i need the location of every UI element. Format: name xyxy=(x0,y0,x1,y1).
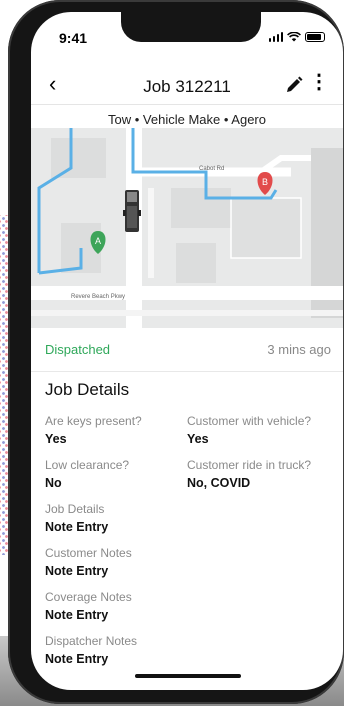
map-pin-a-label: A xyxy=(95,236,101,246)
nav-bar: ‹ Job 312211 ⋮ xyxy=(31,64,343,108)
detail-label: Customer ride in truck? xyxy=(187,458,312,472)
detail-customer-ride: Customer ride in truck? No, COVID xyxy=(187,458,329,490)
app-screen: 9:41 ‹ Job 312211 ⋮ Tow • Vehicle Make •… xyxy=(31,12,343,690)
home-indicator[interactable] xyxy=(135,674,241,678)
note-job-details: Job Details Note Entry xyxy=(45,502,329,534)
note-value: Note Entry xyxy=(45,520,109,534)
street-label-cabot: Cabot Rd xyxy=(199,166,224,172)
note-dispatcher-notes: Dispatcher Notes Note Entry xyxy=(45,634,329,666)
detail-label: Low clearance? xyxy=(45,458,130,472)
job-details-section: Job Details Are keys present? Yes Custom… xyxy=(45,380,329,678)
status-time-ago: 3 mins ago xyxy=(267,342,331,357)
note-label: Customer Notes xyxy=(45,546,132,560)
map-view[interactable]: Cabot Rd Revere Beach Pkwy A B xyxy=(31,128,343,328)
signal-icon xyxy=(268,32,283,42)
status-badge: Dispatched xyxy=(45,342,111,357)
phone-frame: 9:41 ‹ Job 312211 ⋮ Tow • Vehicle Make •… xyxy=(8,0,344,704)
tow-truck-icon xyxy=(123,190,141,232)
note-value: Note Entry xyxy=(45,652,109,666)
battery-icon xyxy=(305,32,325,42)
note-label: Coverage Notes xyxy=(45,590,132,604)
street-label-revere: Revere Beach Pkwy xyxy=(71,294,125,300)
detail-value: No, COVID xyxy=(187,476,251,490)
detail-customer-with-vehicle: Customer with vehicle? Yes xyxy=(187,414,329,446)
detail-value: Yes xyxy=(45,432,67,446)
status-row: Dispatched 3 mins ago xyxy=(31,328,343,372)
phone-notch xyxy=(121,12,261,42)
detail-label: Are keys present? xyxy=(45,414,142,428)
note-value: Note Entry xyxy=(45,564,109,578)
note-label: Dispatcher Notes xyxy=(45,634,138,648)
detail-low-clearance: Low clearance? No xyxy=(45,458,187,490)
note-label: Job Details xyxy=(45,502,105,516)
note-coverage-notes: Coverage Notes Note Entry xyxy=(45,590,329,622)
job-details-heading: Job Details xyxy=(45,380,130,399)
map-pin-b-label: B xyxy=(262,177,268,187)
status-icons xyxy=(268,32,325,42)
detail-label: Customer with vehicle? xyxy=(187,414,312,428)
more-options-icon[interactable]: ⋮ xyxy=(309,72,329,92)
status-time: 9:41 xyxy=(59,30,88,46)
note-value: Note Entry xyxy=(45,608,109,622)
edit-pencil-icon[interactable] xyxy=(285,76,303,94)
detail-value: No xyxy=(45,476,62,490)
detail-keys-present: Are keys present? Yes xyxy=(45,414,187,446)
job-details-grid: Are keys present? Yes Customer with vehi… xyxy=(45,414,329,502)
note-customer-notes: Customer Notes Note Entry xyxy=(45,546,329,578)
wifi-icon xyxy=(287,32,301,42)
detail-value: Yes xyxy=(187,432,209,446)
